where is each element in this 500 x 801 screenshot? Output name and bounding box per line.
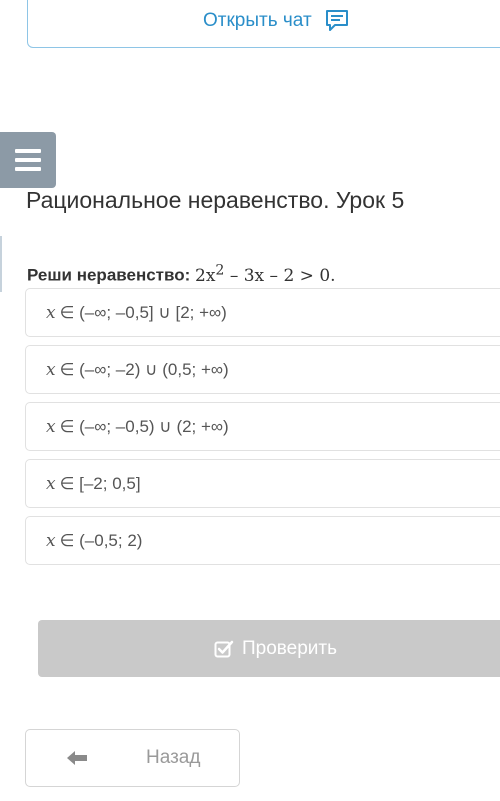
answer-option-1[interactable]: x ∈ (–∞; –0,5] ∪ [2; +∞) <box>25 288 500 337</box>
arrow-left-icon <box>66 750 88 766</box>
answer-variable: x <box>46 302 56 323</box>
back-button-label: Назад <box>146 747 201 768</box>
open-chat-label: Открыть чат <box>203 10 312 31</box>
answer-text: ∈ (–∞; –0,5) ∪ (2; +∞) <box>59 416 229 436</box>
menu-button[interactable] <box>0 132 56 188</box>
hamburger-menu-icon <box>15 149 41 153</box>
answer-variable: x <box>46 359 56 380</box>
answer-option-3[interactable]: x ∈ (–∞; –0,5) ∪ (2; +∞) <box>25 402 500 451</box>
answer-options: x ∈ (–∞; –0,5] ∪ [2; +∞) x ∈ (–∞; –2) ∪ … <box>25 288 500 573</box>
side-divider <box>0 236 2 292</box>
answer-option-4[interactable]: x ∈ [–2; 0,5] <box>25 459 500 508</box>
check-button-label: Проверить <box>242 637 338 659</box>
hamburger-menu-icon <box>15 167 41 171</box>
answer-variable: x <box>46 473 56 494</box>
answer-option-2[interactable]: x ∈ (–∞; –2) ∪ (0,5; +∞) <box>25 345 500 394</box>
answer-option-5[interactable]: x ∈ (–0,5; 2) <box>25 516 500 565</box>
answer-variable: x <box>46 530 56 551</box>
question-prompt: Реши неравенство: <box>27 265 191 285</box>
back-button[interactable]: Назад <box>25 729 240 787</box>
hamburger-menu-icon <box>15 158 41 162</box>
check-button[interactable]: Проверить <box>38 620 500 677</box>
question-text: Реши неравенство: 2x2 – 3x – 2 > 0. <box>27 262 336 286</box>
question-expression: 2x2 – 3x – 2 > 0. <box>195 262 336 286</box>
answer-text: ∈ [–2; 0,5] <box>59 473 141 493</box>
answer-text: ∈ (–0,5; 2) <box>59 530 143 550</box>
answer-text: ∈ (–∞; –2) ∪ (0,5; +∞) <box>59 359 229 379</box>
answer-variable: x <box>46 416 56 437</box>
page-title: Рациональное неравенство. Урок 5 <box>26 187 405 213</box>
answer-text: ∈ (–∞; –0,5] ∪ [2; +∞) <box>59 302 227 322</box>
chat-icon <box>324 8 350 34</box>
open-chat-button[interactable]: Открыть чат <box>27 0 500 48</box>
check-square-icon <box>214 639 234 659</box>
